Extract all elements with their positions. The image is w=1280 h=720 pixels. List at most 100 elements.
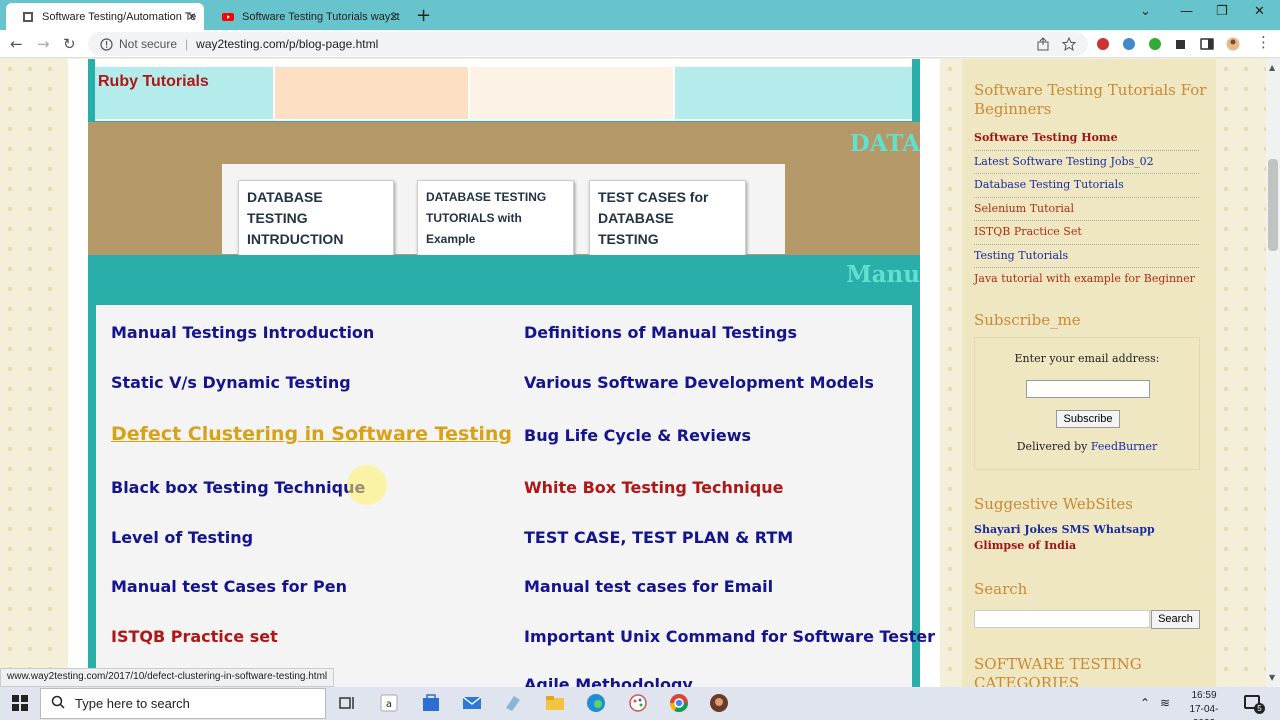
manual-link[interactable]: Manual Testings Introduction	[111, 323, 374, 342]
back-button[interactable]: ←	[10, 35, 23, 53]
extension-blue-icon[interactable]	[1122, 37, 1136, 51]
manual-link[interactable]: Manual test Cases for Pen	[111, 577, 347, 596]
scroll-down-arrow-icon[interactable]: ▼	[1269, 673, 1275, 682]
button-line: DATABASE TESTING	[598, 210, 674, 247]
search-button[interactable]: Search	[1151, 610, 1200, 629]
button-line: TUTORIALS with Example	[426, 211, 522, 246]
table-cell	[275, 67, 468, 119]
tab-title: Software Testing/Automation Te	[42, 10, 197, 23]
sidebar-link[interactable]: Software Testing Home	[974, 127, 1199, 151]
taskbar-search-box[interactable]: Type here to search	[40, 688, 326, 719]
sidebar-link[interactable]: Testing Tutorials	[974, 245, 1199, 268]
microsoft-store-icon[interactable]	[420, 692, 442, 714]
forward-button[interactable]: →	[37, 35, 50, 53]
tab-close-icon[interactable]: ×	[390, 8, 398, 24]
share-icon[interactable]	[1036, 37, 1050, 51]
chrome-icon[interactable]	[668, 692, 690, 714]
app-icon[interactable]	[502, 692, 524, 714]
address-bar[interactable]: Not secure | way2testing.com/p/blog-page…	[88, 32, 1088, 56]
start-button[interactable]	[0, 687, 40, 720]
manual-testing-links: Manual Testings Introduction Static V/s …	[96, 305, 935, 687]
tab-search-icon[interactable]: ⌄	[1140, 4, 1151, 19]
tab-way2testing-blog[interactable]: Software Testing/Automation Te ×	[6, 3, 204, 30]
maximize-button[interactable]: ❐	[1216, 4, 1228, 19]
manual-link[interactable]: Manual test cases for Email	[524, 577, 773, 596]
database-testing-tutorials-button[interactable]: DATABASE TESTING TUTORIALS with Example	[417, 180, 574, 257]
manual-link[interactable]: Definitions of Manual Testings	[524, 323, 797, 342]
subscribe-button[interactable]: Subscribe	[1056, 410, 1120, 428]
app-avatar-icon[interactable]	[708, 692, 730, 714]
manual-link[interactable]: TEST CASE, TEST PLAN & RTM	[524, 528, 793, 547]
new-tab-button[interactable]: +	[416, 5, 431, 26]
tab-title: Software Testing Tutorials way2t	[242, 10, 400, 23]
taskbar-clock[interactable]: 16:59 17-04-2022	[1180, 689, 1228, 720]
suggestive-list: Shayari Jokes SMS Whatsapp Glimpse of In…	[974, 522, 1155, 554]
file-explorer-icon[interactable]	[544, 692, 566, 714]
wifi-icon[interactable]: ≋	[1160, 696, 1170, 710]
edge-browser-icon[interactable]	[585, 692, 607, 714]
categories-widget: SOFTWARE TESTING CATEGORIES	[974, 655, 1174, 687]
show-hidden-icons-icon[interactable]: ⌃	[1140, 696, 1150, 710]
table-cell	[675, 67, 912, 119]
search-widget: Search	[974, 580, 1027, 599]
right-pattern-background	[1216, 59, 1266, 687]
left-pattern-background	[0, 59, 68, 687]
search-heading: Search	[974, 580, 1028, 598]
sidebar-link[interactable]: Latest Software Testing Jobs_02	[974, 151, 1199, 174]
extension-red-icon[interactable]	[1096, 37, 1110, 51]
sidebar-link[interactable]: Java tutorial with example for Beginner	[974, 268, 1199, 291]
manual-link[interactable]: Various Software Development Models	[524, 373, 874, 392]
manual-section-title: Manu	[846, 261, 920, 288]
subscribe-email-input[interactable]	[1026, 380, 1150, 398]
manual-link[interactable]: Static V/s Dynamic Testing	[111, 373, 351, 392]
scrollbar-thumb[interactable]	[1268, 159, 1278, 251]
manual-link[interactable]: White Box Testing Technique	[524, 478, 783, 497]
test-cases-database-testing-button[interactable]: TEST CASES for DATABASE TESTING	[589, 180, 746, 257]
paint-icon[interactable]	[627, 692, 649, 714]
manual-link[interactable]: Important Unix Command for Software Test…	[524, 627, 935, 646]
minimize-button[interactable]: —	[1180, 4, 1193, 19]
extensions-puzzle-icon[interactable]	[1174, 37, 1188, 51]
svg-text:a: a	[386, 699, 392, 710]
manual-link[interactable]: Level of Testing	[111, 528, 253, 547]
button-line: DATABASE TESTING	[247, 189, 323, 226]
profile-avatar-icon[interactable]	[1226, 37, 1240, 51]
manual-link[interactable]: Black box Testing Technique	[111, 478, 365, 497]
amazon-app-icon[interactable]: a	[378, 692, 400, 714]
sidebar-link[interactable]: Selenium Tutorial	[974, 198, 1199, 221]
url-text[interactable]: way2testing.com/p/blog-page.html	[196, 37, 378, 51]
sidebar-link[interactable]: Database Testing Tutorials	[974, 174, 1199, 198]
site-favicon-icon	[23, 11, 33, 22]
sidebar-icon[interactable]	[1200, 37, 1214, 51]
subscribe-heading-wrap: Subscribe_me	[974, 311, 1081, 330]
manual-link[interactable]: Agile Methodology	[524, 675, 693, 687]
reload-button[interactable]: ↻	[63, 35, 76, 53]
ruby-tutorials-link[interactable]: Ruby Tutorials	[98, 73, 209, 91]
manual-link[interactable]: ISTQB Practice set	[111, 627, 278, 646]
tab-youtube[interactable]: Software Testing Tutorials way2t ×	[206, 3, 406, 30]
suggestive-link[interactable]: Glimpse of India	[974, 538, 1155, 554]
database-section-title: DATA	[849, 130, 920, 157]
page-scrollbar[interactable]: ▲ ▼	[1266, 59, 1280, 687]
search-input[interactable]	[974, 610, 1150, 628]
manual-link-hovered[interactable]: Defect Clustering in Software Testing	[111, 423, 512, 445]
manual-link[interactable]: Bug Life Cycle & Reviews	[524, 426, 751, 445]
feedburner-link[interactable]: FeedBurner	[1091, 440, 1157, 453]
close-window-button[interactable]: ✕	[1254, 4, 1265, 19]
browser-menu-icon[interactable]: ⋮	[1256, 33, 1271, 51]
warning-info-icon[interactable]	[100, 37, 113, 51]
task-view-icon[interactable]	[336, 692, 358, 714]
database-testing-introduction-button[interactable]: DATABASE TESTING INTRDUCTION	[238, 180, 394, 257]
database-button-panel: DATABASE TESTING INTRDUCTION DATABASE TE…	[222, 164, 785, 257]
address-separator: |	[185, 37, 189, 51]
extension-green-icon[interactable]	[1148, 37, 1162, 51]
mail-icon[interactable]	[461, 692, 483, 714]
sidebar-link[interactable]: ISTQB Practice Set	[974, 221, 1199, 245]
scroll-up-arrow-icon[interactable]: ▲	[1269, 63, 1275, 72]
suggestive-heading: Suggestive WebSites	[974, 495, 1134, 513]
subscribe-label: Enter your email address:	[1014, 352, 1160, 365]
tab-close-icon[interactable]: ×	[188, 8, 196, 24]
bookmark-star-icon[interactable]	[1062, 37, 1076, 51]
tutorials-list: Software Testing Home Latest Software Te…	[974, 127, 1214, 291]
suggestive-link[interactable]: Shayari Jokes SMS Whatsapp	[974, 522, 1155, 538]
